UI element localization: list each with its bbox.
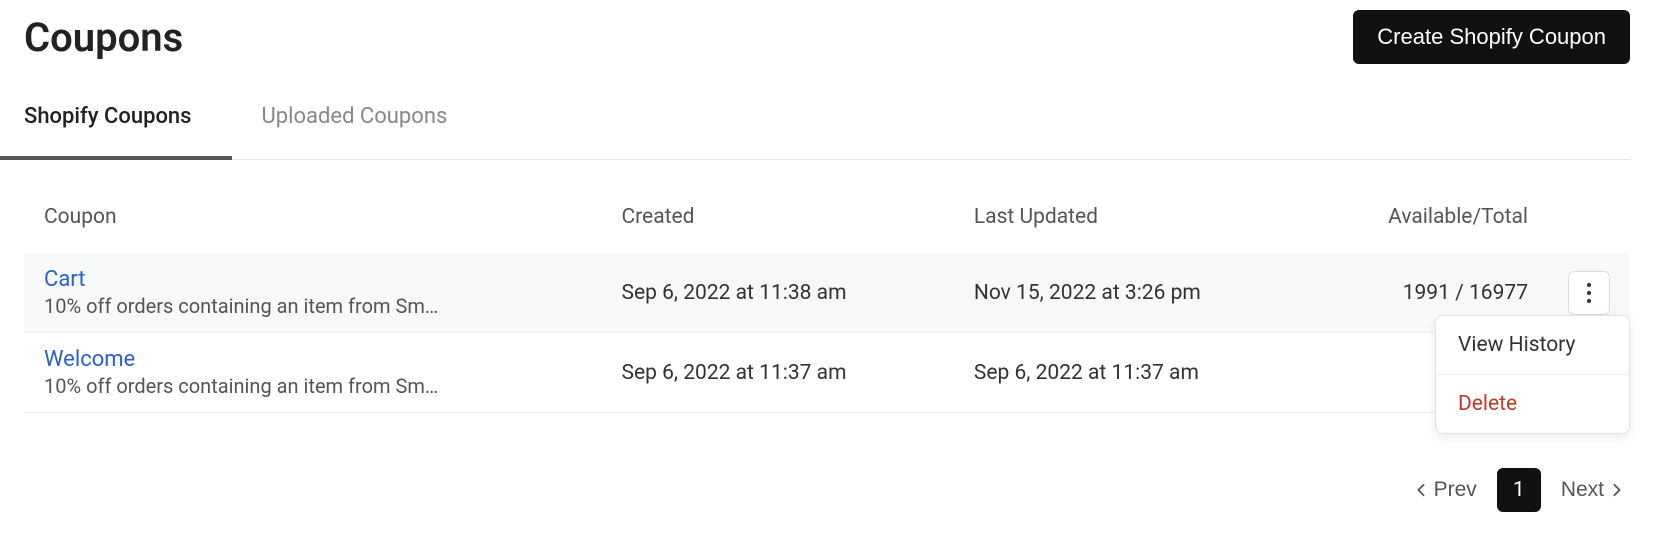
- row-actions-button[interactable]: [1568, 271, 1610, 315]
- table-row: Welcome 10% off orders containing an ite…: [24, 333, 1630, 413]
- cell-updated: Nov 15, 2022 at 3:26 pm: [954, 253, 1309, 333]
- prev-label: Prev: [1434, 478, 1477, 502]
- column-header-updated: Last Updated: [954, 205, 1309, 253]
- tab-uploaded-coupons[interactable]: Uploaded Coupons: [262, 104, 448, 159]
- cell-updated: Sep 6, 2022 at 11:37 am: [954, 333, 1309, 413]
- page-title: Coupons: [24, 14, 183, 61]
- next-button[interactable]: Next: [1555, 470, 1630, 510]
- table-row: Cart 10% off orders containing an item f…: [24, 253, 1630, 333]
- cell-created: Sep 6, 2022 at 11:37 am: [601, 333, 953, 413]
- page-number-current[interactable]: 1: [1497, 468, 1541, 512]
- coupon-description: 10% off orders containing an item from S…: [44, 374, 444, 398]
- column-header-available: Available/Total: [1309, 205, 1548, 253]
- kebab-icon: [1587, 283, 1591, 303]
- next-label: Next: [1561, 478, 1604, 502]
- create-coupon-button[interactable]: Create Shopify Coupon: [1353, 10, 1630, 64]
- tab-shopify-coupons[interactable]: Shopify Coupons: [24, 104, 192, 159]
- column-header-created: Created: [601, 205, 953, 253]
- coupons-table: Coupon Created Last Updated Available/To…: [24, 205, 1630, 413]
- chevron-left-icon: [1414, 483, 1428, 497]
- row-actions-menu: View History Delete: [1435, 315, 1630, 434]
- pagination: Prev 1 Next: [24, 413, 1630, 512]
- chevron-right-icon: [1610, 483, 1624, 497]
- coupon-link[interactable]: Cart: [44, 267, 581, 292]
- coupon-link[interactable]: Welcome: [44, 347, 581, 372]
- prev-button[interactable]: Prev: [1408, 470, 1483, 510]
- tabs: Shopify Coupons Uploaded Coupons: [24, 104, 1630, 160]
- menu-item-view-history[interactable]: View History: [1436, 316, 1629, 375]
- coupon-description: 10% off orders containing an item from S…: [44, 294, 444, 318]
- menu-item-delete[interactable]: Delete: [1436, 375, 1629, 433]
- cell-created: Sep 6, 2022 at 11:38 am: [601, 253, 953, 333]
- column-header-coupon: Coupon: [24, 205, 601, 253]
